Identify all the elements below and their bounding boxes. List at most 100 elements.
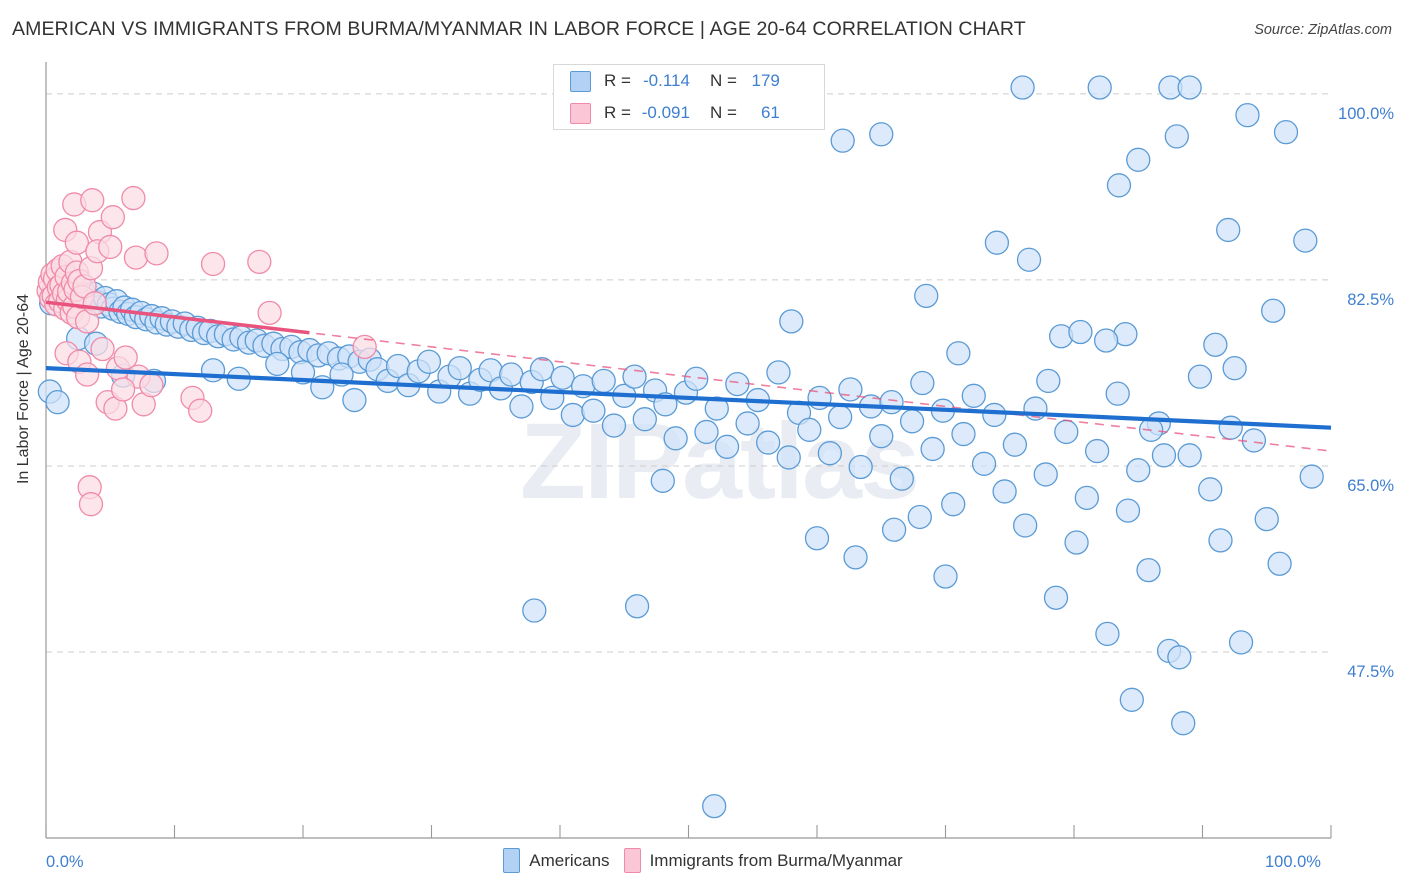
data-point — [961, 383, 986, 408]
data-point — [869, 424, 894, 449]
data-point — [1054, 419, 1079, 445]
plot-area — [36, 62, 1332, 839]
y-axis-title: In Labor Force | Age 20-64 — [15, 293, 32, 485]
data-point — [1222, 355, 1247, 381]
data-point — [1235, 103, 1260, 128]
data-point — [1218, 415, 1243, 440]
data-point — [601, 413, 627, 438]
data-point — [1299, 464, 1324, 489]
data-point — [1273, 120, 1299, 145]
data-point — [78, 492, 104, 517]
data-point — [1010, 75, 1035, 100]
data-point — [560, 402, 585, 428]
data-point — [74, 362, 100, 387]
data-point — [914, 283, 939, 309]
data-point — [879, 390, 904, 415]
data-point — [971, 451, 997, 476]
data-point — [200, 251, 226, 277]
data-point — [1126, 458, 1151, 483]
page-title: AMERICAN VS IMMIGRANTS FROM BURMA/MYANMA… — [12, 18, 1026, 40]
correlation-stats-box: R = -0.114 N = 179 R = -0.091 N = 61 — [553, 64, 825, 130]
data-point — [1177, 75, 1202, 100]
data-point — [550, 365, 575, 390]
data-point — [622, 364, 647, 389]
data-point — [624, 594, 650, 619]
data-point — [591, 368, 616, 394]
data-point — [1254, 506, 1279, 532]
data-point — [1151, 443, 1177, 468]
data-point — [1187, 364, 1213, 389]
data-point — [992, 479, 1017, 504]
data-point — [1171, 711, 1196, 736]
data-point — [1293, 228, 1318, 253]
data-point — [1267, 551, 1292, 576]
n-label-americans: N = — [709, 71, 737, 90]
data-point — [933, 564, 958, 589]
data-point — [1043, 585, 1069, 610]
data-point — [946, 341, 971, 366]
data-point — [82, 291, 107, 316]
data-point — [1016, 247, 1042, 272]
data-point — [899, 409, 925, 434]
immigrants-swatch-icon — [570, 102, 591, 124]
data-point — [632, 407, 657, 432]
legend-item-americans[interactable]: Americans — [503, 848, 610, 873]
americans-swatch-icon — [570, 70, 591, 92]
r-label-americans: R = — [604, 71, 631, 90]
r-label-immigrants: R = — [604, 103, 631, 122]
data-point — [1261, 298, 1286, 323]
data-point — [447, 355, 472, 381]
data-point — [1074, 485, 1099, 510]
legend-swatch-immigrants-icon — [623, 848, 641, 873]
data-point — [910, 370, 935, 396]
data-point — [45, 390, 70, 415]
data-point — [1198, 477, 1223, 502]
legend-label-americans: Americans — [529, 850, 610, 870]
data-point — [64, 230, 89, 255]
data-point — [1164, 124, 1189, 149]
data-point — [663, 426, 688, 451]
stats-row-americans: R = -0.114 N = 179 — [554, 65, 824, 97]
data-point — [188, 398, 213, 423]
data-point — [100, 205, 125, 230]
data-point — [920, 436, 945, 462]
chart-legend: Americans Immigrants from Burma/Myanmar — [0, 848, 1406, 873]
data-point — [257, 300, 282, 326]
data-point — [121, 185, 146, 211]
legend-label-immigrants: Immigrants from Burma/Myanmar — [649, 850, 903, 870]
data-point — [941, 492, 966, 517]
data-point — [1068, 319, 1093, 345]
data-point — [522, 598, 547, 623]
data-point — [725, 371, 750, 397]
data-point — [694, 419, 719, 445]
data-point — [848, 454, 873, 480]
legend-item-immigrants[interactable]: Immigrants from Burma/Myanmar — [623, 848, 903, 873]
data-point — [1136, 557, 1161, 583]
data-point — [1036, 368, 1061, 394]
data-point — [123, 245, 149, 270]
data-point — [1087, 75, 1112, 100]
data-point — [1106, 173, 1132, 198]
r-value-americans: -0.114 — [642, 71, 690, 90]
data-point — [416, 349, 442, 374]
y-tick-label-1: 82.5% — [1347, 290, 1394, 309]
data-point — [756, 430, 781, 455]
data-point — [90, 336, 115, 362]
data-point — [776, 445, 801, 470]
data-point — [529, 357, 555, 382]
data-point — [1093, 328, 1119, 353]
data-point — [827, 404, 853, 430]
data-point — [889, 466, 914, 491]
data-point — [265, 351, 290, 377]
data-point — [1095, 621, 1120, 647]
data-point — [735, 411, 760, 436]
data-point — [714, 434, 740, 459]
data-point — [342, 387, 367, 413]
data-point — [1228, 630, 1254, 655]
data-point — [869, 122, 894, 147]
n-value-immigrants: 61 — [760, 103, 780, 122]
r-value-immigrants: -0.091 — [641, 103, 690, 122]
data-point — [1115, 498, 1141, 523]
data-point — [1208, 528, 1233, 553]
data-point — [702, 793, 727, 819]
